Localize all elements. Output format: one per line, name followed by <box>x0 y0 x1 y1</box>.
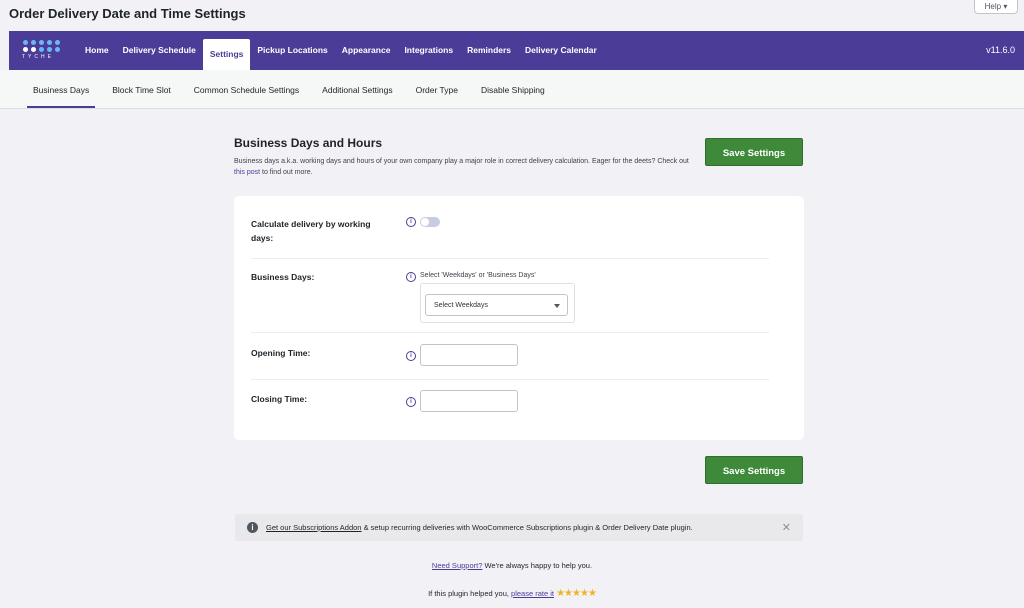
save-settings-button-bottom[interactable]: Save Settings <box>705 456 803 484</box>
nav-item-delivery-calendar[interactable]: Delivery Calendar <box>518 31 604 70</box>
nav-item-delivery-schedule[interactable]: Delivery Schedule <box>116 31 203 70</box>
business-days-card: Calculate delivery by working days: i Bu… <box>234 196 804 440</box>
business-days-row: Business Days: i Select 'Weekdays' or 'B… <box>251 258 769 333</box>
top-navigation: TYCHE Home Delivery Schedule Settings Pi… <box>9 31 1024 78</box>
rate-plugin-link[interactable]: please rate it <box>511 589 554 598</box>
opening-time-row: Opening Time: i <box>251 332 769 380</box>
version-label: v11.6.0 <box>986 45 1015 55</box>
nav-item-pickup-locations[interactable]: Pickup Locations <box>250 31 334 70</box>
opening-time-input[interactable] <box>420 344 518 366</box>
business-days-hint: Select 'Weekdays' or 'Business Days' <box>420 272 536 279</box>
close-icon[interactable]: ✕ <box>782 521 791 534</box>
opening-time-label: Opening Time: <box>251 348 311 358</box>
star-rating-icon[interactable]: ★★★★★ <box>556 588 597 599</box>
notice-text: Get our Subscriptions Addon & setup recu… <box>266 523 693 532</box>
need-support-link[interactable]: Need Support? <box>432 561 482 570</box>
info-icon[interactable]: i <box>406 397 416 407</box>
info-icon[interactable]: i <box>406 217 416 227</box>
nav-item-reminders[interactable]: Reminders <box>460 31 518 70</box>
page-title: Order Delivery Date and Time Settings <box>9 6 246 21</box>
nav-item-integrations[interactable]: Integrations <box>397 31 460 70</box>
info-icon[interactable]: i <box>406 272 416 282</box>
subscriptions-addon-link[interactable]: Get our Subscriptions Addon <box>266 523 361 532</box>
business-days-label: Business Days: <box>251 272 315 282</box>
rate-line: If this plugin helped you, please rate i… <box>428 588 597 599</box>
business-days-select-wrapper: Select Weekdays <box>420 283 575 323</box>
info-circle-icon: i <box>247 522 258 533</box>
nav-item-appearance[interactable]: Appearance <box>335 31 398 70</box>
closing-time-label: Closing Time: <box>251 394 308 404</box>
this-post-link[interactable]: this post <box>234 169 260 176</box>
tab-business-days[interactable]: Business Days <box>27 70 96 108</box>
chevron-down-icon <box>554 304 560 308</box>
section-title: Business Days and Hours <box>234 136 383 150</box>
calc-working-days-row: Calculate delivery by working days: i <box>251 196 769 259</box>
closing-time-row: Closing Time: i <box>251 379 769 419</box>
subscriptions-notice: i Get our Subscriptions Addon & setup re… <box>235 514 803 541</box>
tyche-logo[interactable]: TYCHE <box>22 40 62 62</box>
section-description: Business days a.k.a. working days and ho… <box>234 158 689 176</box>
calc-working-days-toggle[interactable] <box>420 217 440 227</box>
info-icon[interactable]: i <box>406 351 416 361</box>
help-button[interactable]: Help ▾ <box>974 0 1018 14</box>
save-settings-button-top[interactable]: Save Settings <box>705 138 803 166</box>
business-days-select[interactable]: Select Weekdays <box>425 294 568 316</box>
tab-block-time-slot[interactable]: Block Time Slot <box>106 70 177 108</box>
tab-disable-shipping[interactable]: Disable Shipping <box>475 70 551 108</box>
tab-order-type[interactable]: Order Type <box>410 70 464 108</box>
nav-item-home[interactable]: Home <box>78 31 116 70</box>
calc-working-days-label: Calculate delivery by working days: <box>251 219 371 243</box>
support-line: Need Support? We're always happy to help… <box>431 561 593 570</box>
closing-time-input[interactable] <box>420 390 518 412</box>
tab-additional-settings[interactable]: Additional Settings <box>316 70 398 108</box>
logo-text: TYCHE <box>22 54 54 60</box>
tab-common-schedule-settings[interactable]: Common Schedule Settings <box>188 70 305 108</box>
settings-subnav: Business Days Block Time Slot Common Sch… <box>0 70 1024 109</box>
